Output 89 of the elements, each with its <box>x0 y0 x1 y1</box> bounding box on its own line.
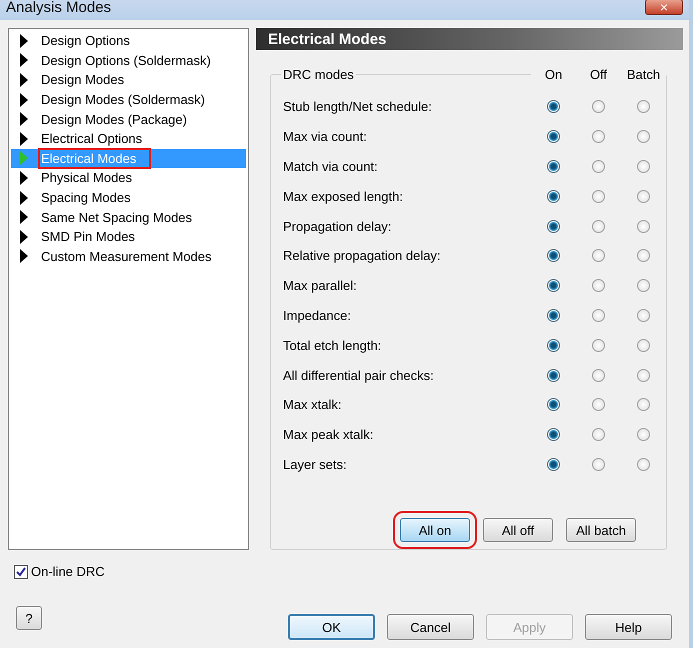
radio-button[interactable] <box>592 130 605 144</box>
radio-button[interactable] <box>637 249 650 262</box>
sidebar-item[interactable]: Design Options (Soldermask) <box>11 50 246 70</box>
triangle-icon <box>19 72 29 87</box>
mode-label: Max peak xtalk: <box>283 427 374 442</box>
triangle-icon <box>19 249 29 264</box>
mode-label: All differential pair checks: <box>283 368 435 383</box>
sidebar-item[interactable]: Design Modes <box>11 70 246 90</box>
triangle-icon <box>19 190 29 205</box>
radio-button[interactable] <box>592 160 605 173</box>
column-header: Off <box>576 66 621 82</box>
sidebar-item[interactable]: Design Modes (Soldermask) <box>11 90 246 110</box>
radio-button[interactable] <box>637 368 650 382</box>
radio-button[interactable] <box>637 130 650 144</box>
mode-label: Impedance: <box>283 308 352 323</box>
radio-button[interactable] <box>592 338 605 352</box>
mode-button[interactable]: All batch <box>566 518 636 542</box>
mode-label: Max exposed length: <box>283 188 404 204</box>
radio-button[interactable] <box>547 458 560 471</box>
radio-button[interactable] <box>592 190 605 203</box>
column-header: On <box>531 66 576 82</box>
triangle-icon <box>19 170 29 185</box>
radio-button[interactable] <box>637 220 650 233</box>
group-label: DRC modes <box>281 66 356 82</box>
radio-button[interactable] <box>592 308 605 322</box>
radio-button[interactable] <box>547 190 560 203</box>
sidebar-item[interactable]: Spacing Modes <box>11 188 246 208</box>
radio-button[interactable] <box>637 428 650 442</box>
radio-button[interactable] <box>592 368 605 382</box>
mode-label: Max xtalk: <box>283 397 343 412</box>
panel-header: Electrical Modes <box>256 28 683 50</box>
radio-button[interactable] <box>637 190 650 203</box>
radio-button[interactable] <box>547 338 560 352</box>
dialog-button[interactable]: Cancel <box>387 614 474 640</box>
radio-button[interactable] <box>637 458 650 471</box>
radio-button[interactable] <box>547 100 560 114</box>
radio-button[interactable] <box>547 368 560 382</box>
sidebar-item[interactable]: Design Options <box>11 31 246 51</box>
triangle-icon <box>19 112 29 126</box>
radio-button[interactable] <box>547 398 560 412</box>
dialog-button[interactable]: OK <box>288 614 375 640</box>
online-drc-checkbox[interactable]: On-line DRC <box>14 564 683 579</box>
radio-button[interactable] <box>592 100 605 114</box>
radio-button[interactable] <box>592 220 605 233</box>
sidebar-item[interactable]: Design Modes (Package) <box>11 109 246 129</box>
mode-label: Propagation delay: <box>283 218 392 234</box>
radio-button[interactable] <box>547 160 560 173</box>
triangle-icon <box>19 230 29 244</box>
radio-button[interactable] <box>547 279 560 292</box>
triangle-icon <box>19 151 29 166</box>
radio-button[interactable] <box>592 428 605 442</box>
sidebar-item[interactable]: Physical Modes <box>11 168 246 188</box>
sidebar-item[interactable]: SMD Pin Modes <box>11 226 246 247</box>
radio-button[interactable] <box>637 338 650 352</box>
sidebar-item[interactable]: Same Net Spacing Modes <box>11 207 246 227</box>
radio-button[interactable] <box>637 160 650 173</box>
radio-button[interactable] <box>637 279 650 292</box>
radio-button[interactable] <box>637 398 650 412</box>
triangle-icon <box>19 92 29 107</box>
triangle-icon <box>19 34 29 48</box>
radio-button[interactable] <box>637 100 650 114</box>
window-title: Analysis Modes <box>6 0 112 16</box>
mode-label: Max via count: <box>283 129 368 144</box>
radio-button[interactable] <box>592 279 605 292</box>
radio-button[interactable] <box>592 398 605 412</box>
radio-button[interactable] <box>547 428 560 442</box>
mode-label: Layer sets: <box>283 456 348 472</box>
triangle-icon <box>19 53 29 68</box>
radio-button[interactable] <box>547 220 560 233</box>
mode-label: Max parallel: <box>283 278 358 294</box>
sidebar-item[interactable]: Custom Measurement Modes <box>11 246 246 266</box>
mode-label: Relative propagation delay: <box>283 248 442 264</box>
radio-button[interactable] <box>547 249 560 262</box>
sidebar-item[interactable]: Electrical Options <box>11 128 246 149</box>
mode-label: Total etch length: <box>283 338 382 353</box>
checkmark-icon <box>16 566 26 576</box>
column-header: Batch <box>621 66 666 82</box>
dialog-button[interactable]: Help <box>585 614 672 640</box>
mode-label: Stub length/Net schedule: <box>283 99 433 114</box>
triangle-icon <box>19 210 29 224</box>
triangle-icon <box>19 132 29 146</box>
radio-button[interactable] <box>547 308 560 322</box>
radio-button[interactable] <box>592 458 605 471</box>
radio-button[interactable] <box>592 249 605 262</box>
help-button[interactable]: ? <box>16 606 42 630</box>
radio-button[interactable] <box>547 130 560 144</box>
radio-button[interactable] <box>637 308 650 322</box>
mode-label: Match via count: <box>283 158 379 174</box>
mode-button[interactable]: All off <box>483 518 553 542</box>
